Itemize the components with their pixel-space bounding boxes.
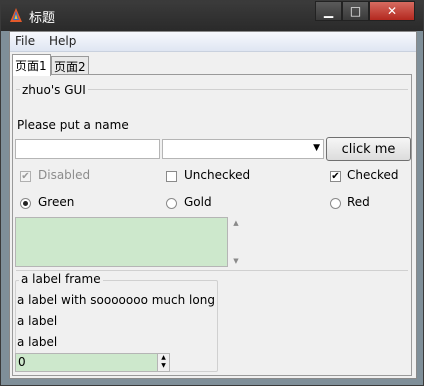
- disabled-checkbox: ✔: [20, 171, 31, 182]
- close-button[interactable]: ✕: [369, 1, 415, 21]
- scrolled-text-area[interactable]: [15, 217, 228, 267]
- unchecked-checkbox[interactable]: [166, 171, 177, 182]
- label-2: a label: [17, 314, 58, 328]
- scroll-up-icon[interactable]: ▲: [230, 219, 242, 227]
- spin-down-icon[interactable]: ▼: [158, 362, 169, 370]
- tab-page-content: zhuo's GUI Please put a name ▼ click me …: [12, 74, 412, 376]
- menu-file[interactable]: File: [15, 34, 35, 48]
- menu-bar: File Help: [10, 32, 416, 52]
- app-window: 标题 ▁ □ ✕ File Help 页面1 页面2 zhuo's GUI Pl…: [0, 0, 424, 386]
- close-icon: ✕: [386, 4, 398, 18]
- gold-radio[interactable]: [166, 198, 177, 209]
- tab-page1[interactable]: 页面1: [12, 54, 51, 76]
- spinbox-value[interactable]: 0: [18, 355, 26, 369]
- text-area-scrollbar[interactable]: ▲ ▼: [230, 217, 242, 267]
- name-combobox[interactable]: ▼: [162, 139, 324, 159]
- spinbox-buttons[interactable]: ▲ ▼: [157, 354, 169, 371]
- chevron-down-icon[interactable]: ▼: [313, 143, 320, 153]
- long-label: a label with sooooooo much long: [17, 293, 215, 307]
- label-frame-title: a label frame: [19, 272, 103, 286]
- checked-checkbox[interactable]: ✔: [330, 171, 341, 182]
- maximize-button[interactable]: □: [342, 1, 369, 21]
- green-radio[interactable]: [20, 198, 31, 209]
- section-divider: [16, 270, 408, 271]
- gold-radio-label[interactable]: Gold: [184, 195, 212, 209]
- group-title: zhuo's GUI: [20, 83, 88, 97]
- client-area: File Help 页面1 页面2 zhuo's GUI Please put …: [9, 31, 417, 379]
- spinbox[interactable]: 0 ▲ ▼: [15, 353, 170, 372]
- unchecked-checkbox-label[interactable]: Unchecked: [184, 168, 250, 182]
- red-radio-label[interactable]: Red: [347, 195, 370, 209]
- scroll-down-icon[interactable]: ▼: [230, 257, 242, 265]
- name-prompt-label: Please put a name: [17, 118, 129, 132]
- green-radio-label[interactable]: Green: [38, 195, 74, 209]
- maximize-icon: □: [349, 4, 362, 18]
- click-me-button[interactable]: click me: [326, 137, 411, 161]
- window-title: 标题: [29, 11, 56, 26]
- tab-page2[interactable]: 页面2: [51, 56, 89, 74]
- red-radio[interactable]: [330, 198, 341, 209]
- checked-checkbox-label[interactable]: Checked: [347, 168, 399, 182]
- minimize-icon: ▁: [323, 4, 334, 18]
- disabled-checkbox-label: Disabled: [38, 168, 91, 182]
- spin-up-icon[interactable]: ▲: [158, 354, 169, 362]
- menu-help[interactable]: Help: [49, 34, 76, 48]
- name-input[interactable]: [15, 139, 160, 159]
- app-feather-icon: [10, 8, 22, 22]
- title-bar[interactable]: 标题 ▁ □ ✕: [1, 1, 423, 31]
- label-3: a label: [17, 335, 58, 349]
- minimize-button[interactable]: ▁: [315, 1, 342, 21]
